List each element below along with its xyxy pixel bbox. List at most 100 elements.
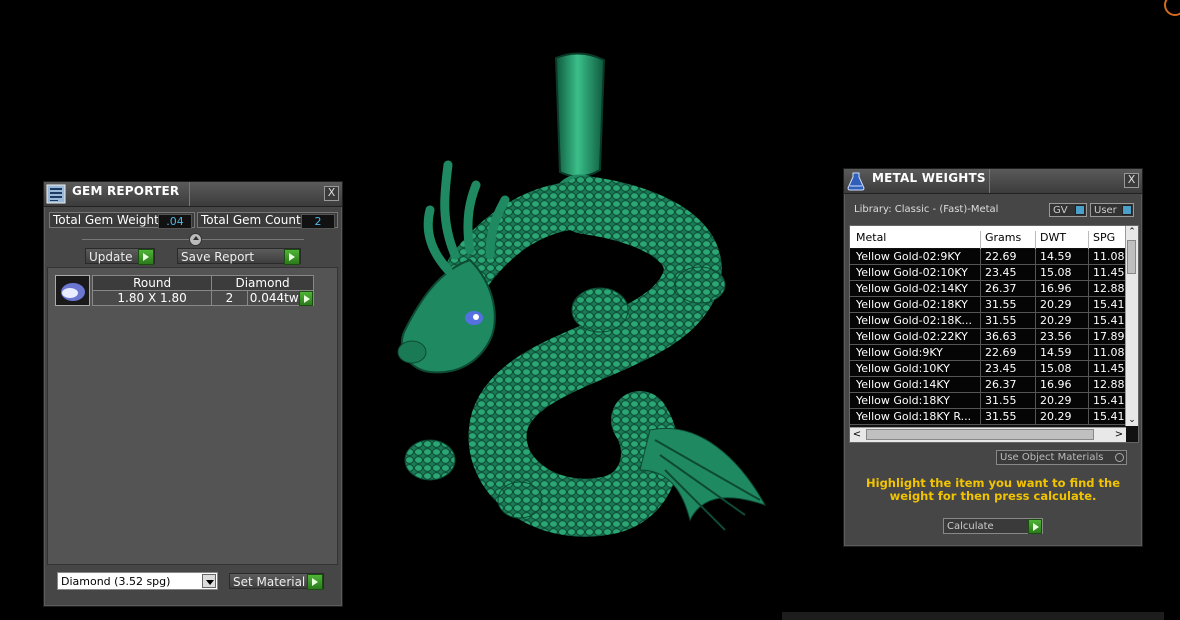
metal-name: Yellow Gold:10KY xyxy=(856,362,950,375)
table-row[interactable]: Yellow Gold:18KY 31.55 20.29 15.41 xyxy=(850,393,1126,409)
column-divider xyxy=(980,313,981,328)
column-divider xyxy=(980,281,981,296)
metal-table-header: Metal Grams DWT SPG xyxy=(850,226,1126,253)
column-divider xyxy=(980,249,981,264)
column-divider xyxy=(1088,265,1089,280)
chevron-down-icon[interactable] xyxy=(202,574,216,588)
vertical-scrollbar[interactable]: ⌃ ⌄ xyxy=(1125,226,1138,426)
metal-spg: 11.45 xyxy=(1093,362,1125,375)
column-divider xyxy=(1035,297,1036,312)
metal-grams: 26.37 xyxy=(985,378,1017,391)
table-row[interactable]: Yellow Gold-02:18K... 31.55 20.29 15.41 xyxy=(850,313,1126,329)
metal-dwt: 15.08 xyxy=(1040,266,1072,279)
close-icon[interactable]: X xyxy=(324,186,339,201)
col-shape: Round xyxy=(91,275,213,291)
metal-dwt: 20.29 xyxy=(1040,314,1072,327)
update-button[interactable]: Update xyxy=(85,248,155,265)
metal-dwt: 16.96 xyxy=(1040,282,1072,295)
col-metal[interactable]: Metal xyxy=(856,231,886,244)
user-toggle[interactable]: User xyxy=(1090,203,1134,217)
metal-name: Yellow Gold-02:18KY xyxy=(856,298,968,311)
gem-reporter-titlebar[interactable]: GEM REPORTER X xyxy=(44,182,342,207)
material-select[interactable]: Diamond (3.52 spg) xyxy=(57,572,218,590)
table-row[interactable]: Yellow Gold:14KY 26.37 16.96 12.88 xyxy=(850,377,1126,393)
metal-grams: 26.37 xyxy=(985,282,1017,295)
update-label: Update xyxy=(89,250,133,264)
metal-spg: 11.08 xyxy=(1093,250,1125,263)
metal-grams: 22.69 xyxy=(985,250,1017,263)
table-row[interactable]: Yellow Gold-02:22KY 36.63 23.56 17.89 xyxy=(850,329,1126,345)
table-row[interactable]: Yellow Gold:18KY R... 31.55 20.29 15.41 xyxy=(850,409,1126,425)
metal-name: Yellow Gold:9KY xyxy=(856,346,943,359)
metal-table: Metal Grams DWT SPG Yellow Gold-02:9KY 22… xyxy=(849,225,1139,443)
toggle-indicator-icon xyxy=(1122,205,1132,215)
gem-reporter-title: GEM REPORTER xyxy=(72,184,180,198)
library-label: Library: Classic - (Fast)-Metal xyxy=(854,204,999,215)
gem-weight-cell[interactable]: 0.044tw xyxy=(246,290,315,306)
table-row[interactable]: Yellow Gold-02:18KY 31.55 20.29 15.41 xyxy=(850,297,1126,313)
col-spg[interactable]: SPG xyxy=(1093,231,1115,244)
table-row[interactable]: Yellow Gold:10KY 23.45 15.08 11.45 xyxy=(850,361,1126,377)
metal-spg: 15.41 xyxy=(1093,394,1125,407)
metal-spg: 11.45 xyxy=(1093,266,1125,279)
column-divider xyxy=(980,393,981,408)
metal-spg: 12.88 xyxy=(1093,378,1125,391)
chevron-down-icon[interactable]: ⌄ xyxy=(1126,414,1138,426)
table-row[interactable]: 1.80 X 1.80 2 0.044tw xyxy=(91,290,315,306)
metal-grams: 31.55 xyxy=(985,314,1017,327)
column-divider xyxy=(980,361,981,376)
scroll-thumb[interactable] xyxy=(1127,240,1136,274)
metal-name: Yellow Gold-02:10KY xyxy=(856,266,968,279)
metal-name: Yellow Gold-02:22KY xyxy=(856,330,968,343)
set-material-button[interactable]: Set Material xyxy=(229,573,324,590)
use-object-materials-toggle[interactable]: Use Object Materials xyxy=(996,450,1127,465)
close-icon[interactable]: X xyxy=(1124,173,1139,188)
material-select-value: Diamond (3.52 spg) xyxy=(61,575,171,588)
gem-thumbnail-icon[interactable] xyxy=(55,275,90,306)
column-divider xyxy=(1035,345,1036,360)
chevron-right-icon[interactable]: > xyxy=(1112,428,1126,442)
gv-label: GV xyxy=(1053,205,1068,216)
gem-reporter-panel: GEM REPORTER X Total Gem Weight .04 Tota… xyxy=(43,181,343,607)
column-divider xyxy=(1088,249,1089,264)
column-divider xyxy=(1088,377,1089,392)
gem-weight: 0.044tw xyxy=(249,291,299,305)
table-row[interactable]: Yellow Gold-02:14KY 26.37 16.96 12.88 xyxy=(850,281,1126,297)
calculate-button[interactable]: Calculate xyxy=(943,518,1043,534)
flask-icon xyxy=(847,172,865,191)
column-divider xyxy=(980,345,981,360)
metal-grams: 36.63 xyxy=(985,330,1017,343)
table-row[interactable]: Yellow Gold-02:10KY 23.45 15.08 11.45 xyxy=(850,265,1126,281)
chevron-up-icon[interactable]: ⌃ xyxy=(1126,226,1138,238)
radio-icon xyxy=(1115,453,1124,462)
metal-dwt: 15.08 xyxy=(1040,362,1072,375)
metal-spg: 15.41 xyxy=(1093,410,1125,423)
save-report-button[interactable]: Save Report xyxy=(177,248,301,265)
gem-size: 1.80 X 1.80 xyxy=(91,290,213,306)
metal-grams: 31.55 xyxy=(985,394,1017,407)
column-divider xyxy=(1035,377,1036,392)
metal-name: Yellow Gold:18KY R... xyxy=(856,410,972,423)
metal-weights-panel: METAL WEIGHTS X Library: Classic - (Fast… xyxy=(843,168,1143,547)
scroll-thumb[interactable] xyxy=(866,429,1094,440)
metal-spg: 17.89 xyxy=(1093,330,1125,343)
column-divider xyxy=(980,329,981,344)
gv-toggle[interactable]: GV xyxy=(1049,203,1087,217)
total-gem-weight-label: Total Gem Weight xyxy=(53,213,159,227)
table-row[interactable]: Yellow Gold:9KY 22.69 14.59 11.08 xyxy=(850,345,1126,361)
col-dwt[interactable]: DWT xyxy=(1040,231,1066,244)
col-material: Diamond xyxy=(211,275,314,291)
table-row[interactable]: Yellow Gold-02:9KY 22.69 14.59 11.08 xyxy=(850,249,1126,265)
size-slider-handle[interactable] xyxy=(189,233,202,246)
title-divider xyxy=(189,182,190,206)
chevron-left-icon[interactable]: < xyxy=(850,428,864,442)
metal-weights-titlebar[interactable]: METAL WEIGHTS X xyxy=(844,169,1142,194)
metal-spg: 15.41 xyxy=(1093,298,1125,311)
horizontal-scrollbar[interactable]: < > xyxy=(850,427,1126,442)
metal-grams: 31.55 xyxy=(985,298,1017,311)
metal-name: Yellow Gold:18KY xyxy=(856,394,950,407)
col-grams[interactable]: Grams xyxy=(985,231,1021,244)
play-icon xyxy=(299,291,313,306)
column-divider xyxy=(1088,297,1089,312)
metal-dwt: 20.29 xyxy=(1040,410,1072,423)
